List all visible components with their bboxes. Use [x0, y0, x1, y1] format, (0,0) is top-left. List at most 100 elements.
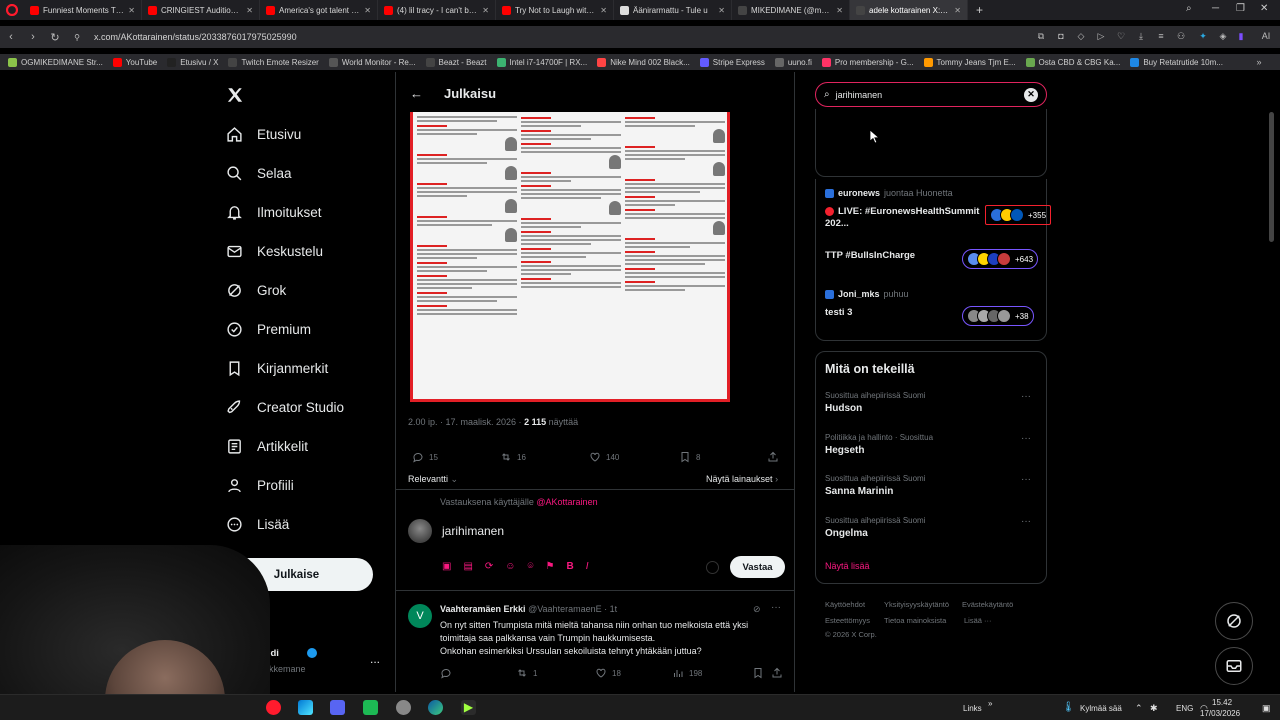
- sidebar-item-profiili[interactable]: Profiili: [226, 477, 294, 494]
- search-box[interactable]: ⌕ jarihimanen ✕: [815, 82, 1047, 107]
- bookmark-item[interactable]: Osta CBD & CBG Ka...: [1025, 57, 1120, 67]
- back-arrow-icon[interactable]: ←: [410, 86, 423, 101]
- footer-link[interactable]: Käyttöehdot: [825, 600, 865, 609]
- browser-tab[interactable]: Try Not to Laugh with KSI ✕: [496, 0, 614, 20]
- site-info-icon[interactable]: ⚲: [66, 33, 88, 42]
- play-icon[interactable]: ▷: [1096, 31, 1106, 41]
- space-host-row[interactable]: euronews juontaa Huonetta: [825, 188, 953, 199]
- grok-compose-icon[interactable]: ⟳: [485, 561, 493, 572]
- sidebar-item-etusivu[interactable]: Etusivu: [226, 126, 301, 143]
- tab-close-icon[interactable]: ✕: [718, 6, 725, 15]
- gif-icon[interactable]: ▤: [463, 561, 472, 572]
- browser-tab[interactable]: adele kottarainen X:ssä: " ✕: [850, 0, 968, 20]
- sidebar-item-ilmoitukset[interactable]: Ilmoitukset: [226, 204, 322, 221]
- show-more-link[interactable]: Näytä lisää: [825, 561, 870, 571]
- close-window-icon[interactable]: ✕: [1260, 3, 1268, 14]
- bookmark-item[interactable]: YouTube: [112, 57, 157, 67]
- download-icon[interactable]: ⤓: [1136, 31, 1146, 41]
- grok-float-button[interactable]: [1215, 602, 1253, 640]
- weather-text[interactable]: Kylmää sää: [1080, 704, 1122, 713]
- language-indicator[interactable]: ENG: [1176, 704, 1193, 713]
- discord-taskbar-icon[interactable]: [330, 700, 345, 715]
- maximize-icon[interactable]: ❐: [1236, 3, 1245, 14]
- steam-taskbar-icon[interactable]: [396, 700, 411, 715]
- bookmark-item[interactable]: Beazt - Beazt: [425, 57, 487, 67]
- space-listeners[interactable]: +643: [962, 249, 1039, 269]
- sidebar-item-kirjanmerkit[interactable]: Kirjanmerkit: [226, 360, 328, 377]
- location-icon[interactable]: ⌾: [528, 561, 534, 572]
- browser-tab[interactable]: America's got talent worst ✕: [260, 0, 378, 20]
- like-action[interactable]: 140: [589, 451, 619, 463]
- terminal-taskbar-icon[interactable]: ▶: [461, 700, 476, 715]
- messages-float-button[interactable]: [1215, 647, 1253, 685]
- trend-item[interactable]: Politiikka ja hallinto · Suosittua Hegset…: [825, 433, 1035, 456]
- browser-tab[interactable]: (4) lil tracy - I can't believe ✕: [378, 0, 496, 20]
- bookmark-item[interactable]: Buy Retatrutide 10m...: [1130, 57, 1223, 67]
- reply-avatar[interactable]: V: [408, 604, 432, 628]
- space-host-row[interactable]: Joni_mks puhuu: [825, 289, 909, 300]
- tweet-image[interactable]: [410, 112, 730, 402]
- sort-dropdown[interactable]: Relevantti ⌄: [408, 474, 458, 485]
- search-tabs-icon[interactable]: ⌕: [1186, 3, 1192, 14]
- reply-like-action[interactable]: 18: [595, 667, 621, 679]
- clock-date[interactable]: 17/03/2026: [1200, 709, 1240, 718]
- sidebar-item-lis-[interactable]: Lisää: [226, 516, 289, 533]
- sidebar-icon[interactable]: ▮: [1236, 31, 1246, 41]
- bookmark-item[interactable]: Etusivu / X: [167, 57, 218, 67]
- page-scrollbar[interactable]: [1269, 112, 1274, 242]
- back-icon[interactable]: ‹: [0, 31, 22, 43]
- reply-share-icon[interactable]: [771, 667, 783, 679]
- links-toolbar[interactable]: Links: [963, 704, 982, 713]
- weather-icon[interactable]: 🌡: [1062, 702, 1075, 713]
- space-listeners[interactable]: +38: [962, 306, 1034, 326]
- tab-close-icon[interactable]: ✕: [600, 6, 607, 15]
- camera-icon[interactable]: ◘: [1056, 31, 1066, 41]
- reply-bookmark-icon[interactable]: [752, 667, 764, 679]
- heart-icon[interactable]: ♡: [1116, 31, 1126, 41]
- reply-handle[interactable]: @VaahteramaenE · 1t: [528, 604, 617, 614]
- bookmark-action[interactable]: 8: [679, 451, 700, 463]
- minimize-icon[interactable]: ─: [1212, 3, 1219, 14]
- tweet-timestamp[interactable]: 2.00 ip. · 17. maalisk. 2026 ·: [408, 417, 522, 427]
- tab-close-icon[interactable]: ✕: [482, 6, 489, 15]
- space-title-row[interactable]: LIVE: #EuronewsHealthSummit 202...: [825, 206, 980, 230]
- trend-item[interactable]: Suosittua aihepiirissä Suomi Sanna Marini…: [825, 474, 1035, 497]
- bookmark-item[interactable]: Pro membership - G...: [821, 57, 914, 67]
- account-more-icon[interactable]: ...: [370, 652, 380, 666]
- url-field[interactable]: x.com/AKottarainen/status/20338760179750…: [94, 32, 297, 42]
- reply-author[interactable]: Vaahteramäen Erkki: [440, 604, 526, 614]
- reply-submit-button[interactable]: Vastaa: [730, 556, 785, 578]
- bookmarks-overflow-icon[interactable]: »: [1254, 57, 1264, 67]
- footer-link[interactable]: Yksityisyyskäytäntö: [884, 600, 949, 609]
- sidebar-item-selaa[interactable]: Selaa: [226, 165, 292, 182]
- bold-icon[interactable]: B: [566, 561, 573, 572]
- retweet-action[interactable]: 16: [500, 451, 526, 463]
- bookmark-item[interactable]: Twitch Emote Resizer: [228, 57, 319, 67]
- emoji-icon[interactable]: ☺: [505, 561, 515, 572]
- share-tweet-icon[interactable]: [767, 451, 779, 463]
- box-icon[interactable]: ◈: [1218, 31, 1228, 41]
- notifications-icon[interactable]: ▣: [1262, 703, 1271, 714]
- media-icon[interactable]: ▣: [442, 561, 451, 572]
- tab-close-icon[interactable]: ✕: [954, 6, 961, 15]
- share-icon[interactable]: ⧉: [1036, 31, 1046, 41]
- bookmark-item[interactable]: uuno.fi: [774, 57, 812, 67]
- italic-icon[interactable]: I: [586, 561, 589, 572]
- opera-logo-icon[interactable]: [0, 0, 24, 20]
- new-tab-button[interactable]: +: [968, 3, 991, 17]
- browser-tab[interactable]: CRINGIEST Auditions! Try ✕: [142, 0, 260, 20]
- profile-icon[interactable]: ⚇: [1176, 31, 1186, 41]
- bookmark-item[interactable]: World Monitor - Re...: [328, 57, 416, 67]
- app-taskbar-icon[interactable]: [363, 700, 378, 715]
- tab-close-icon[interactable]: ✕: [836, 6, 843, 15]
- sidebar-item-grok[interactable]: Grok: [226, 282, 286, 299]
- reload-icon[interactable]: ↻: [44, 31, 66, 44]
- reply-action[interactable]: 15: [412, 451, 438, 463]
- trend-more-icon[interactable]: ···: [1021, 391, 1031, 402]
- space-title-row[interactable]: testi 3: [825, 307, 980, 319]
- space-listeners[interactable]: +355: [985, 205, 1052, 225]
- edge-taskbar-icon[interactable]: [428, 700, 443, 715]
- ai-icon[interactable]: AI: [1254, 31, 1278, 41]
- footer-link[interactable]: Lisää ···: [964, 616, 992, 625]
- bookmark-item[interactable]: Stripe Express: [699, 57, 765, 67]
